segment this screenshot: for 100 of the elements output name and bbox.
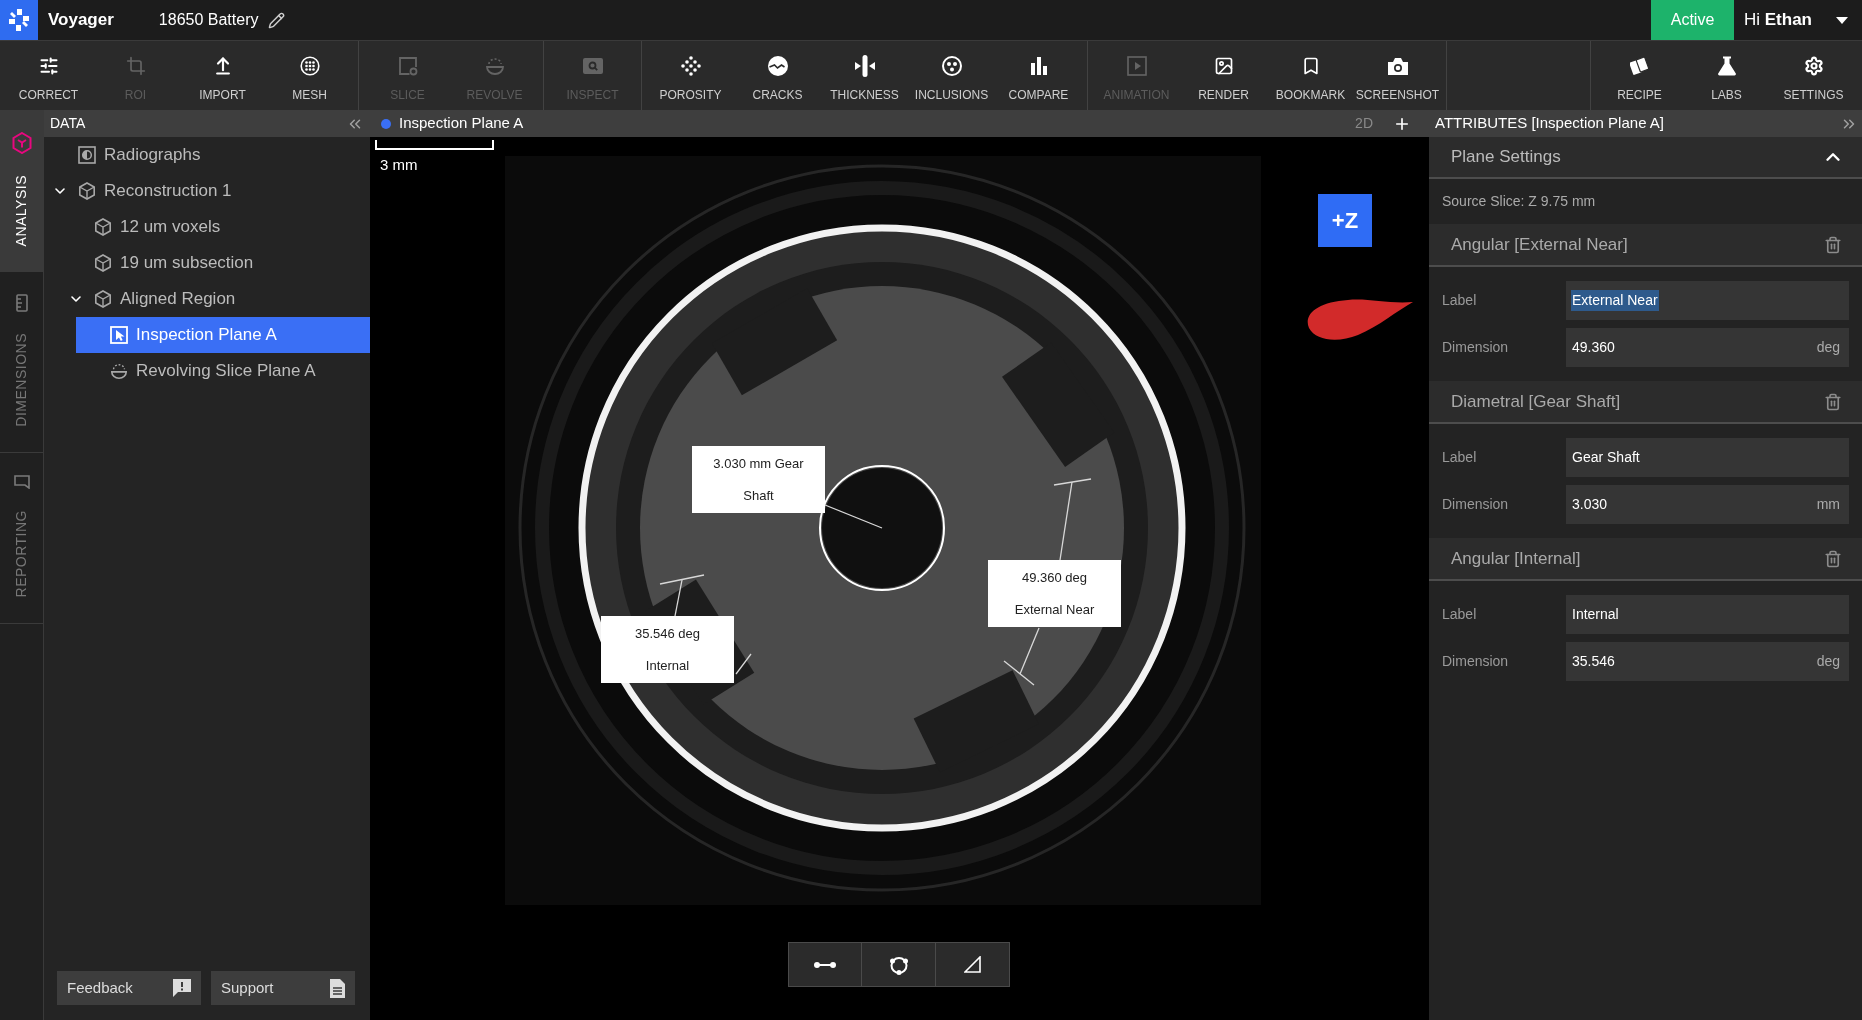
field-label: Dimension: [1441, 652, 1510, 671]
crack-circle-icon: [767, 56, 788, 76]
flask-icon: [1717, 56, 1736, 76]
tree-item[interactable]: 12 um voxels: [60, 209, 370, 245]
toolbar-button[interactable]: RECIPE: [1596, 41, 1683, 110]
tool-button[interactable]: [788, 942, 862, 987]
app-name: Voyager: [48, 9, 114, 32]
toolbar-button[interactable]: SETTINGS: [1770, 41, 1857, 110]
text-field[interactable]: 3.030 mm: [1566, 485, 1849, 524]
dots-icon: [680, 56, 701, 76]
square-gear-icon: [397, 56, 418, 76]
tree-item[interactable]: Revolving Slice Plane A: [76, 353, 370, 389]
ruler-icon: [15, 294, 28, 313]
user-menu-button[interactable]: Hi Ethan: [1734, 0, 1862, 40]
toolbar-button[interactable]: MESH: [266, 41, 353, 110]
trash-icon[interactable]: [1824, 392, 1842, 411]
trash-icon[interactable]: [1824, 549, 1842, 568]
toolbar-button[interactable]: IMPORT: [179, 41, 266, 110]
camera-icon: [1387, 57, 1408, 75]
bowl-arc-icon: [110, 362, 128, 380]
trash-icon[interactable]: [1824, 235, 1842, 254]
toolbar-button[interactable]: POROSITY: [647, 41, 734, 110]
unit-label: deg: [1816, 338, 1840, 357]
settings-icon: [1803, 56, 1824, 76]
cursor-square-icon: [110, 326, 128, 344]
search-box-icon: [582, 56, 603, 76]
tool-button[interactable]: [862, 942, 936, 987]
toolbar-button[interactable]: RENDER: [1180, 41, 1267, 110]
tool-button[interactable]: [936, 942, 1010, 987]
toolbar-button[interactable]: INCLUSIONS: [908, 41, 995, 110]
tree-item[interactable]: Inspection Plane A: [76, 317, 370, 353]
toolbar-button[interactable]: LABS: [1683, 41, 1770, 110]
tree-item[interactable]: Radiographs: [44, 137, 370, 173]
tree-item[interactable]: 19 um subsection: [60, 245, 370, 281]
tree-item[interactable]: Aligned Region: [60, 281, 370, 317]
unit-label: mm: [1816, 495, 1840, 514]
toolbar-button[interactable]: CORRECT: [5, 41, 92, 110]
text-field[interactable]: Internal: [1566, 595, 1849, 634]
side-tab[interactable]: ANALYSIS: [0, 110, 43, 273]
text-field[interactable]: Gear Shaft: [1566, 438, 1849, 477]
mesh-sphere-icon: [299, 56, 320, 76]
source-slice-text: Source Slice: Z 9.75 mm: [1442, 192, 1596, 211]
thickness-icon: [854, 55, 875, 77]
panel-title: ATTRIBUTES [Inspection Plane A]: [1435, 113, 1664, 134]
status-badge: Active: [1651, 0, 1734, 40]
field-label: Dimension: [1441, 495, 1510, 514]
field-label: Label: [1441, 605, 1478, 624]
measurement-label: 49.360 deg External Near: [988, 560, 1121, 627]
bar-chart-icon: [1030, 57, 1047, 75]
toolbar-button[interactable]: SCREENSHOT: [1354, 41, 1441, 110]
alert-message-icon: [173, 979, 191, 997]
cube-icon: [94, 218, 112, 236]
section-title: Diametral [Gear Shaft]: [1451, 390, 1621, 413]
hexagon-icon: [11, 132, 32, 154]
viewport-title: Inspection Plane A: [399, 113, 524, 134]
section-title: Angular [Internal]: [1451, 547, 1581, 570]
unit-label: deg: [1816, 652, 1840, 671]
bowl-arc-icon: [484, 56, 505, 76]
document-icon: [330, 978, 345, 998]
cards-icon: [1629, 56, 1650, 76]
circle-points-icon: [888, 954, 909, 975]
caret-down-icon: [1836, 16, 1848, 24]
distance-icon: [814, 961, 836, 968]
project-name: 18650 Battery: [158, 10, 259, 30]
toolbar-button[interactable]: COMPARE: [995, 41, 1082, 110]
side-tab[interactable]: REPORTING: [0, 453, 43, 624]
circle-dots-icon: [941, 56, 962, 76]
crop-icon: [125, 56, 146, 76]
text-field[interactable]: 49.360 deg: [1566, 328, 1849, 367]
section-title: Angular [External Near]: [1451, 233, 1628, 256]
field-label: Dimension: [1441, 338, 1510, 357]
measurement-label: 35.546 deg Internal: [601, 616, 734, 683]
section-header[interactable]: Plane Settings: [1429, 137, 1862, 179]
footer-button[interactable]: Support: [211, 971, 355, 1005]
axis-button[interactable]: +Z: [1318, 194, 1372, 247]
measurement-label: 3.030 mm Gear Shaft: [692, 446, 825, 513]
flag-icon: [13, 475, 30, 490]
cube-icon: [94, 290, 112, 308]
side-tab[interactable]: DIMENSIONS: [0, 272, 43, 454]
logo-icon: [0, 0, 38, 40]
scale-label: 3 mm: [380, 155, 418, 175]
pencil-icon[interactable]: [268, 11, 286, 29]
radius-line: [824, 504, 883, 529]
toolbar-button[interactable]: CRACKS: [734, 41, 821, 110]
contrast-square-icon: [78, 146, 96, 164]
toolbar-button[interactable]: BOOKMARK: [1267, 41, 1354, 110]
tree-item[interactable]: Reconstruction 1: [44, 173, 370, 209]
play-square-icon: [1126, 56, 1147, 76]
footer-button[interactable]: Feedback: [57, 971, 201, 1005]
status-dot-icon: [381, 118, 391, 129]
angle-icon: [964, 956, 981, 973]
text-field[interactable]: 35.546 deg: [1566, 642, 1849, 681]
cube-icon: [94, 254, 112, 272]
sliders-icon: [38, 56, 59, 76]
cube-icon: [78, 182, 96, 200]
field-label: Label: [1441, 291, 1478, 310]
field-label: Label: [1441, 448, 1478, 467]
text-field[interactable]: External Near: [1566, 281, 1849, 320]
toolbar-button[interactable]: THICKNESS: [821, 41, 908, 110]
panel-title: DATA: [50, 114, 86, 133]
